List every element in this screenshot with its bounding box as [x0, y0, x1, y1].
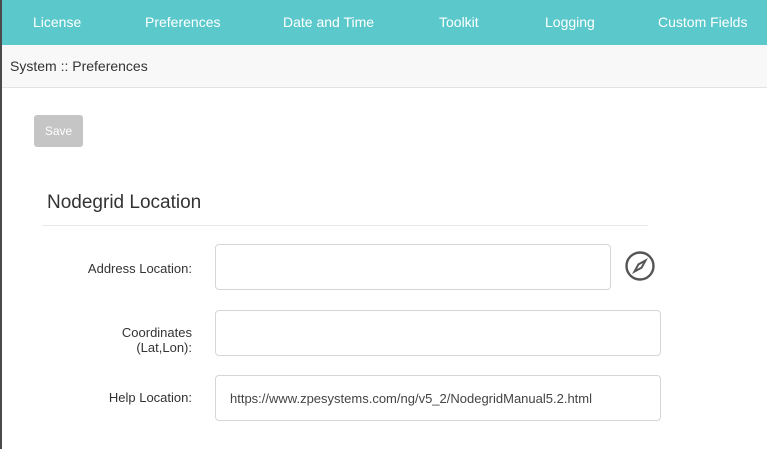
tab-custom-fields[interactable]: Custom Fields	[658, 0, 747, 45]
address-location-label: Address Location:	[87, 261, 192, 276]
coordinates-label: Coordinates (Lat,Lon):	[42, 325, 192, 355]
address-location-input[interactable]	[215, 244, 611, 290]
tab-preferences[interactable]: Preferences	[145, 0, 220, 45]
app-frame: License Preferences Date and Time Toolki…	[0, 0, 767, 449]
coordinates-input[interactable]	[215, 310, 661, 356]
breadcrumb: System :: Preferences	[10, 58, 148, 74]
tab-toolkit[interactable]: Toolkit	[439, 0, 479, 45]
coordinates-label-line2: (Lat,Lon):	[136, 340, 192, 355]
section-title: Nodegrid Location	[47, 192, 202, 213]
help-location-input[interactable]	[215, 375, 661, 421]
tab-logging[interactable]: Logging	[545, 0, 595, 45]
help-location-label: Help Location:	[108, 390, 192, 405]
save-button[interactable]: Save	[34, 115, 83, 147]
coordinates-label-line1: Coordinates	[121, 325, 192, 340]
tab-date-and-time[interactable]: Date and Time	[283, 0, 374, 45]
compass-icon[interactable]	[624, 250, 656, 282]
top-nav-bar: License Preferences Date and Time Toolki…	[2, 0, 767, 45]
tab-license[interactable]: License	[33, 0, 81, 45]
section-divider	[42, 225, 648, 226]
breadcrumb-bar: System :: Preferences	[2, 45, 767, 88]
